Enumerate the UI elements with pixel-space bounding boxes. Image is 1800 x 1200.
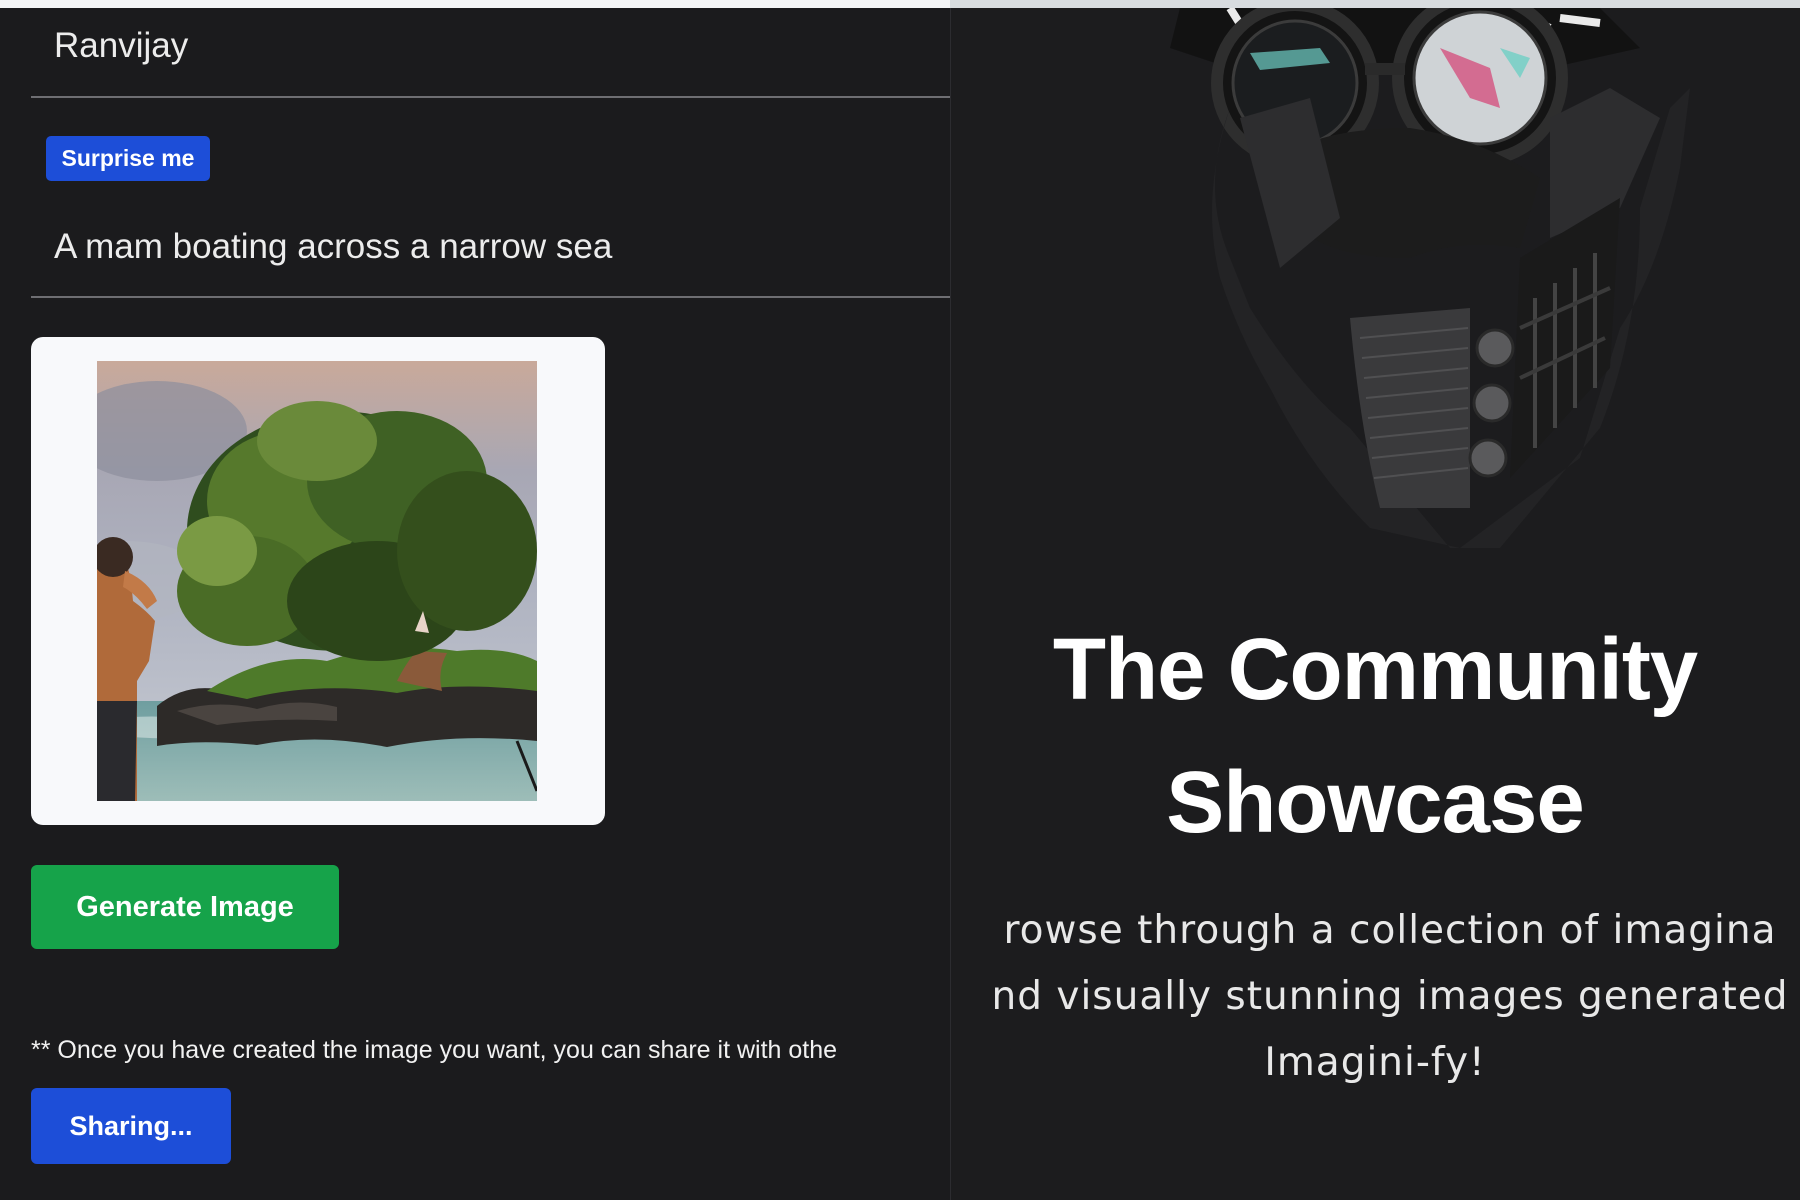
mask-illustration <box>1080 8 1700 568</box>
name-input-underline <box>31 96 950 98</box>
panel-divider <box>950 8 951 1200</box>
hero-title-line-2: Showcase <box>1166 754 1585 851</box>
name-input[interactable]: Ranvijay <box>54 26 188 66</box>
share-hint-text: ** Once you have created the image you w… <box>31 1036 838 1064</box>
share-button[interactable]: Sharing... <box>31 1088 231 1164</box>
top-strip <box>0 0 950 8</box>
community-hero: The Community Showcase rowse through a c… <box>950 8 1800 1200</box>
hero-description-line-2: nd visually stunning images generated <box>991 974 1789 1019</box>
top-strip <box>950 0 1800 8</box>
generated-image <box>97 361 537 801</box>
image-preview-card <box>31 337 605 825</box>
app-root: Ranvijay Surprise me A mam boating acros… <box>0 0 1800 1200</box>
create-post-form: Ranvijay Surprise me A mam boating acros… <box>0 8 950 1200</box>
generate-image-button[interactable]: Generate Image <box>31 865 339 949</box>
prompt-input[interactable]: A mam boating across a narrow sea <box>54 227 612 267</box>
hero-description-line-3: Imagini-fy! <box>1264 1040 1486 1085</box>
surprise-me-button[interactable]: Surprise me <box>46 136 210 181</box>
hero-description-line-1: rowse through a collection of imagina <box>1003 908 1777 953</box>
hero-title-line-1: The Community <box>1052 621 1698 718</box>
prompt-input-underline <box>31 296 950 298</box>
